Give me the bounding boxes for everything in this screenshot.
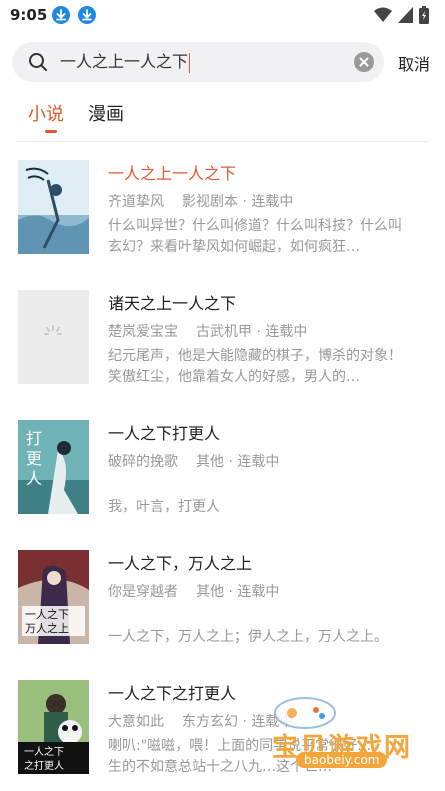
book-description: 一人之下，万人之上；伊人之上，万人之上。: [108, 629, 388, 645]
book-genre-status: 其他 · 连载中: [196, 584, 280, 600]
signal-icon: [398, 7, 413, 23]
book-title: 一人之上一人之下: [108, 164, 237, 183]
status-time: 9:05: [10, 6, 48, 24]
book-meta: 你是穿越者 其他 · 连载中: [108, 581, 279, 601]
download-icon: [78, 6, 96, 24]
cover-title-char: 人: [26, 469, 42, 488]
book-cover: 打 更 人: [18, 420, 89, 514]
tab-comic[interactable]: 漫画: [88, 100, 124, 126]
book-list-item[interactable]: 打 更 人 一人之下打更人 破碎的挽歌 其他 · 连载中 我，叶言，打更人: [0, 420, 445, 520]
divider: [16, 141, 429, 142]
status-bar: 9:05: [0, 0, 445, 30]
book-genre-status: 古武机甲 · 连载中: [196, 324, 308, 340]
tab-novel[interactable]: 小说: [28, 100, 64, 126]
book-meta: 破碎的挽歌 其他 · 连载中: [108, 451, 279, 471]
search-input[interactable]: 一人之上一人之下: [60, 50, 350, 74]
watermark-url: baobeiy.com: [296, 752, 388, 768]
cover-title-text: 一人之下: [25, 607, 69, 621]
book-description: 什么叫异世？什么叫修道？什么叫科技？什么叫玄幻？来看叶挚风如何崛起，如何疯狂…: [108, 218, 402, 255]
book-author: 大意如此: [108, 714, 164, 730]
book-genre-status: 其他 · 连载中: [196, 454, 280, 470]
search-box[interactable]: 一人之上一人之下: [12, 42, 384, 82]
cover-title-char: 更: [26, 449, 42, 468]
watermark-gamepad-icon: [274, 697, 336, 729]
battery-icon: [419, 6, 429, 24]
book-title: 一人之下打更人: [108, 424, 221, 443]
book-title: 诸天之上一人之下: [108, 294, 237, 313]
cover-title-char: 打: [26, 429, 42, 448]
cover-title-text: 万人之上: [25, 621, 69, 635]
cover-title-text: 之打更人: [24, 759, 64, 772]
book-list-item[interactable]: 诸天之上一人之下 楚岚爱宝宝 古武机甲 · 连载中 纪元尾声，他是大能隐藏的棋子，…: [0, 290, 445, 390]
book-meta: 楚岚爱宝宝 古武机甲 · 连载中: [108, 321, 307, 341]
cover-title-text: 一人之下: [24, 745, 64, 758]
book-author: 齐道挚风: [108, 194, 164, 210]
search-query-text: 一人之上一人之下: [60, 52, 189, 71]
book-cover-placeholder: [18, 290, 89, 384]
book-list-item[interactable]: 一人之下 万人之上 一人之下，万人之上 你是穿越者 其他 · 连载中 一人之下，万…: [0, 550, 445, 650]
book-author: 破碎的挽歌: [108, 454, 178, 470]
book-title: 一人之下，万人之上: [108, 554, 253, 573]
book-genre-status: 影视剧本 · 连载中: [182, 194, 294, 210]
wifi-icon: [374, 7, 392, 22]
download-icon: [52, 6, 70, 24]
text-caret: [189, 52, 191, 73]
cancel-button[interactable]: 取消: [398, 51, 430, 75]
clear-icon[interactable]: [354, 52, 374, 72]
book-cover: 一人之下 之打更人: [18, 680, 89, 774]
book-author: 楚岚爱宝宝: [108, 324, 178, 340]
book-cover: 一人之下 万人之上: [18, 550, 89, 644]
book-cover: [18, 160, 89, 254]
book-description: 纪元尾声，他是大能隐藏的棋子，博杀的对象！笑傲红尘，他靠着女人的好感，男人的…: [108, 348, 402, 385]
active-tab-indicator: [45, 130, 57, 133]
book-description: 我，叶言，打更人: [108, 499, 220, 515]
book-author: 你是穿越者: [108, 584, 178, 600]
search-icon: [29, 53, 47, 71]
book-list-item[interactable]: 一人之上一人之下 齐道挚风 影视剧本 · 连载中 什么叫异世？什么叫修道？什么叫科…: [0, 160, 445, 260]
book-meta: 大意如此 东方玄幻 · 连载中: [108, 711, 293, 731]
book-meta: 齐道挚风 影视剧本 · 连载中: [108, 191, 293, 211]
book-title: 一人之下之打更人: [108, 684, 237, 703]
